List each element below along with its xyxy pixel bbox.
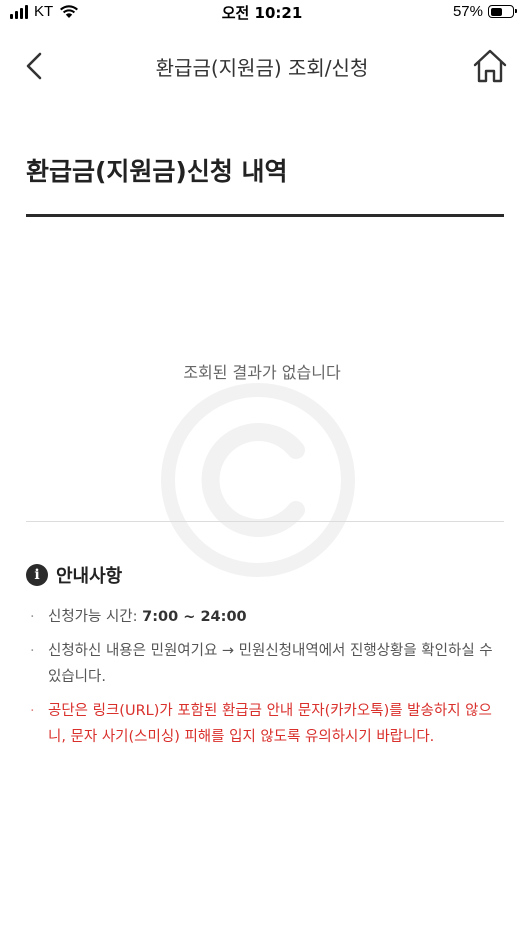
notice-header: i 안내사항: [26, 562, 122, 588]
watermark-logo: [161, 383, 355, 577]
info-icon: i: [26, 564, 48, 586]
app-header: 환급금(지원금) 조회/신청: [0, 36, 524, 98]
empty-result-message: 조회된 결과가 없습니다: [183, 363, 341, 382]
status-right: 57%: [452, 3, 517, 20]
notice-item-hours: 신청가능 시간: 7:00 ~ 24:00: [26, 604, 506, 630]
notice-item-status: 신청하신 내용은 민원여기요 → 민원신청내역에서 진행상황을 확인하실 수 있…: [26, 638, 506, 690]
status-bar: KT 오전 10:21 57%: [0, 0, 524, 26]
notice-title: 안내사항: [56, 566, 123, 587]
home-icon: [473, 49, 507, 83]
title-divider: [26, 214, 504, 217]
content-divider: [26, 521, 504, 522]
notice-hours-label: 신청가능 시간:: [48, 609, 143, 625]
notice-hours-value: 7:00 ~ 24:00: [142, 609, 247, 625]
home-button[interactable]: [470, 46, 510, 86]
battery-icon: [488, 5, 517, 18]
page-title: 환급금(지원금) 조회/신청: [155, 56, 369, 80]
battery-percent: 57%: [452, 3, 483, 20]
notice-item-warning: 공단은 링크(URL)가 포함된 환급금 안내 문자(카카오톡)를 발송하지 않…: [26, 698, 506, 750]
section-title: 환급금(지원금)신청 내역: [26, 157, 288, 186]
notice-list: 신청가능 시간: 7:00 ~ 24:00 신청하신 내용은 민원여기요 → 민…: [26, 604, 506, 758]
status-time: 오전 10:21: [221, 4, 303, 22]
